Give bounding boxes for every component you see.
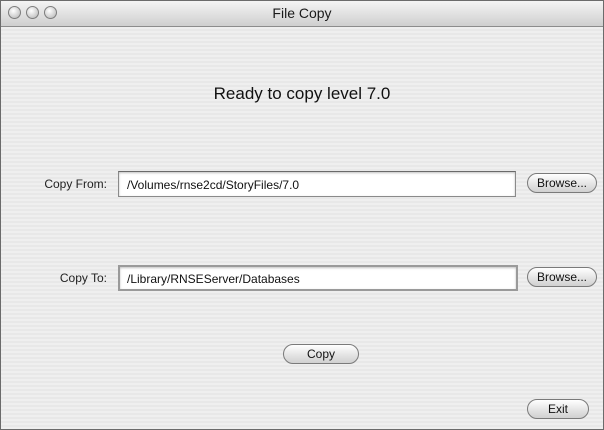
- copy-from-browse-button[interactable]: Browse...: [527, 173, 597, 193]
- copy-to-label: Copy To:: [59, 271, 107, 285]
- window-title: File Copy: [272, 5, 332, 21]
- title-bar[interactable]: File Copy: [1, 1, 603, 27]
- status-heading: Ready to copy level 7.0: [213, 84, 391, 103]
- copy-to-field[interactable]: /Library/RNSEServer/Databases: [118, 265, 518, 291]
- copy-to-browse-button[interactable]: Browse...: [527, 267, 597, 287]
- file-copy-window: File Copy Ready to copy level 7.0 Copy F…: [0, 0, 604, 430]
- copy-button[interactable]: Copy: [283, 344, 359, 364]
- copy-from-label: Copy From:: [44, 177, 107, 191]
- copy-from-field[interactable]: /Volumes/rnse2cd/StoryFiles/7.0: [118, 171, 516, 197]
- exit-button[interactable]: Exit: [527, 399, 589, 419]
